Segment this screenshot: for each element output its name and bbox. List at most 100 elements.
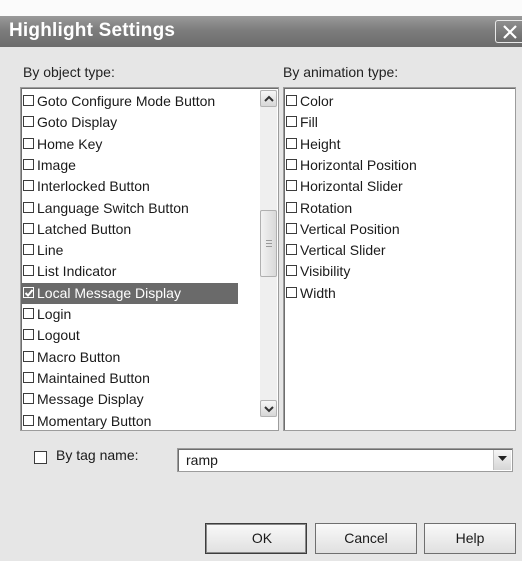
item-checkbox[interactable]: [23, 286, 34, 298]
scroll-down-button[interactable]: [260, 400, 277, 417]
item-checkbox[interactable]: [286, 286, 297, 298]
item-checkbox[interactable]: [286, 244, 297, 256]
item-label: Language Switch Button: [37, 199, 189, 216]
item-label: Macro Button: [37, 348, 121, 365]
animation-type-label: By animation type:: [283, 64, 399, 80]
list-item[interactable]: Vertical Position: [284, 219, 515, 240]
list-item[interactable]: Line: [21, 240, 238, 261]
list-item[interactable]: Horizontal Position: [284, 155, 515, 176]
item-label: Horizontal Position: [300, 156, 417, 173]
item-label: Home Key: [37, 135, 103, 152]
list-item[interactable]: Width: [284, 283, 515, 304]
item-label: Image: [37, 156, 76, 173]
checkmark-icon: [24, 289, 34, 297]
list-item[interactable]: Local Message Display: [21, 282, 238, 304]
cancel-button-label: Cancel: [344, 530, 388, 546]
list-item[interactable]: Latched Button: [21, 219, 238, 240]
list-item[interactable]: Maintained Button: [21, 368, 238, 389]
item-checkbox[interactable]: [286, 116, 297, 128]
item-checkbox[interactable]: [286, 158, 297, 170]
chevron-down-icon: [264, 406, 274, 413]
item-label: List Indicator: [37, 263, 117, 280]
tag-name-combobox[interactable]: ramp: [177, 448, 513, 472]
close-button[interactable]: [495, 20, 522, 43]
item-checkbox[interactable]: [23, 95, 34, 106]
background-window-strip: [0, 0, 522, 16]
ok-button[interactable]: OK: [205, 523, 307, 554]
item-checkbox[interactable]: [23, 265, 34, 277]
list-item[interactable]: Goto Display: [21, 112, 238, 133]
list-item[interactable]: Horizontal Slider: [284, 176, 515, 197]
cancel-button[interactable]: Cancel: [315, 523, 417, 554]
object-type-label: By object type:: [23, 64, 115, 80]
item-label: Line: [37, 242, 64, 259]
item-checkbox[interactable]: [23, 371, 34, 383]
tag-name-value: ramp: [186, 452, 218, 468]
object-type-list[interactable]: Goto Configure Mode Button Goto Display Ho…: [20, 87, 279, 431]
item-checkbox[interactable]: [23, 414, 34, 426]
item-checkbox[interactable]: [23, 158, 34, 170]
item-checkbox[interactable]: [286, 201, 297, 213]
chevron-up-icon: [264, 95, 274, 102]
list-item[interactable]: Interlocked Button: [21, 176, 238, 197]
item-checkbox[interactable]: [23, 116, 34, 128]
item-label: Local Message Display: [37, 284, 181, 301]
item-label: Latched Button: [37, 220, 132, 237]
close-icon: [503, 25, 517, 39]
list-item[interactable]: Momentary Button: [21, 411, 238, 431]
item-checkbox[interactable]: [23, 244, 34, 256]
item-checkbox[interactable]: [23, 201, 34, 213]
scroll-thumb[interactable]: [260, 210, 277, 277]
list-item[interactable]: Macro Button: [21, 347, 238, 368]
item-label: Logout: [37, 327, 80, 344]
title-bar[interactable]: Highlight Settings: [0, 16, 522, 47]
ok-button-label: OK: [251, 530, 273, 546]
help-button-label: Help: [455, 530, 485, 546]
list-item[interactable]: Language Switch Button: [21, 198, 238, 219]
item-checkbox[interactable]: [23, 393, 34, 405]
item-label: Width: [300, 284, 336, 301]
item-checkbox[interactable]: [23, 329, 34, 341]
item-label: Height: [300, 135, 341, 152]
list-item[interactable]: Message Display: [21, 389, 238, 410]
list-item[interactable]: Rotation: [284, 198, 515, 219]
list-item[interactable]: Color: [284, 91, 515, 112]
item-checkbox[interactable]: [23, 222, 34, 234]
item-checkbox[interactable]: [23, 180, 34, 192]
item-checkbox[interactable]: [23, 308, 34, 319]
help-button[interactable]: Help: [424, 523, 516, 554]
item-label: Vertical Slider: [300, 242, 386, 259]
item-label: Goto Display: [37, 114, 118, 131]
scroll-up-button[interactable]: [260, 90, 277, 107]
tag-name-checkbox[interactable]: [34, 451, 47, 464]
item-checkbox[interactable]: [23, 137, 34, 149]
list-item[interactable]: Fill: [284, 112, 515, 133]
combo-dropdown-button[interactable]: [493, 450, 511, 470]
list-item[interactable]: Vertical Slider: [284, 240, 515, 261]
animation-type-list[interactable]: Color Fill Height Horizontal Position Horizo…: [283, 87, 516, 431]
item-label: Goto Configure Mode Button: [37, 93, 216, 109]
tag-name-label: By tag name:: [56, 447, 139, 463]
item-label: Login: [37, 306, 72, 322]
list-item[interactable]: Height: [284, 134, 515, 155]
list-item[interactable]: Logout: [21, 325, 238, 346]
item-label: Visibility: [300, 263, 351, 280]
item-label: Maintained Button: [37, 369, 150, 386]
list-item[interactable]: Image: [21, 155, 238, 176]
item-label: Fill: [300, 114, 318, 131]
list-item[interactable]: Home Key: [21, 134, 238, 155]
object-list-scrollbar[interactable]: [260, 90, 277, 417]
list-item[interactable]: Goto Configure Mode Button: [21, 91, 238, 112]
window-title: Highlight Settings: [9, 20, 176, 41]
dialog-body: By object type: By animation type: Goto …: [0, 47, 522, 561]
item-checkbox[interactable]: [286, 265, 297, 277]
item-checkbox[interactable]: [23, 350, 34, 362]
item-checkbox[interactable]: [286, 222, 297, 234]
item-checkbox[interactable]: [286, 180, 297, 192]
list-item[interactable]: Login: [21, 304, 238, 325]
item-checkbox[interactable]: [286, 95, 297, 106]
list-item[interactable]: Visibility: [284, 261, 515, 282]
list-item[interactable]: List Indicator: [21, 261, 238, 282]
item-checkbox[interactable]: [286, 137, 297, 149]
item-label: Horizontal Slider: [300, 178, 403, 195]
